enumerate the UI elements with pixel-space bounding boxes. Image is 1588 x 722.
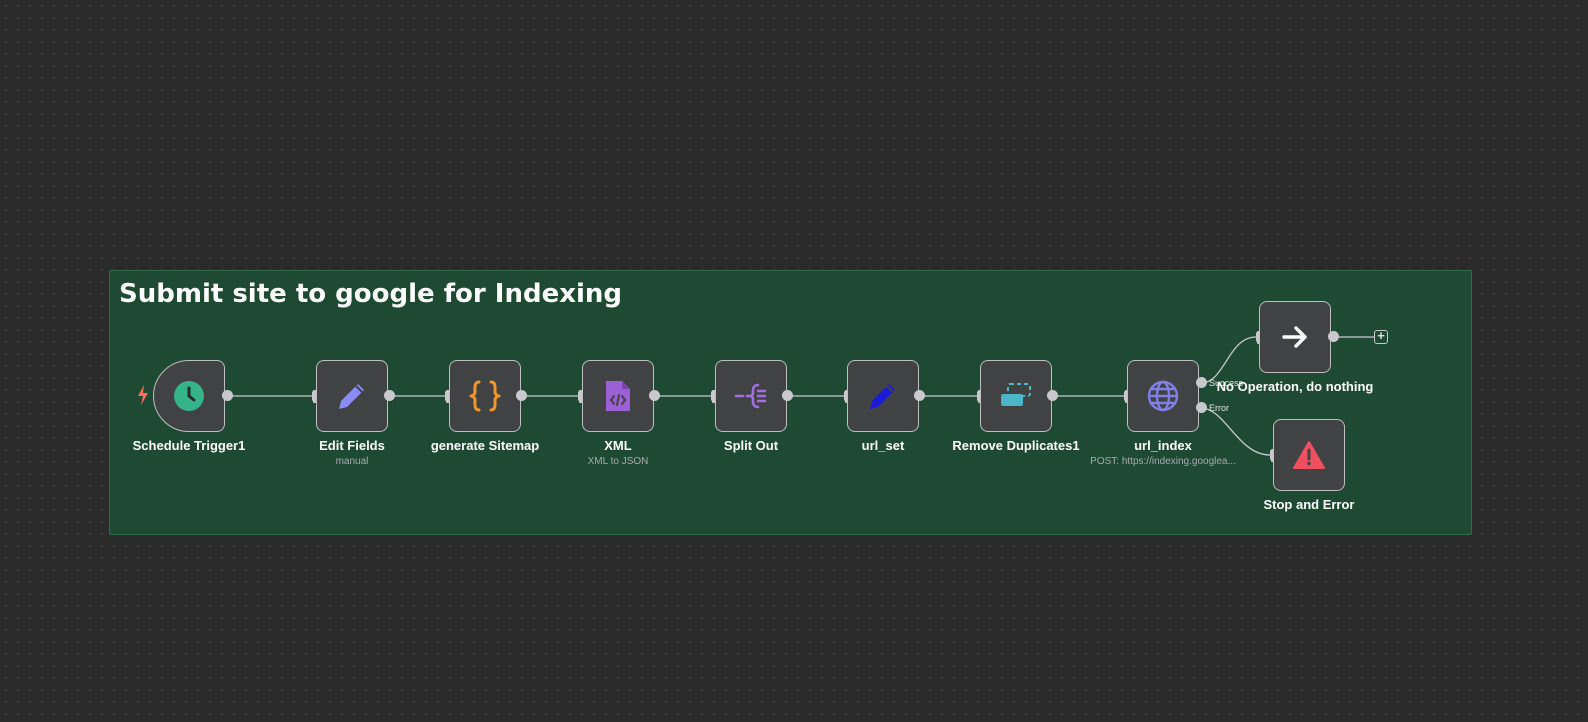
node-url-set[interactable] — [847, 360, 919, 432]
workflow-canvas[interactable]: Submit site to google for Indexing Sched… — [0, 0, 1588, 722]
url-set-output-port[interactable] — [914, 390, 925, 401]
node-generate-sitemap[interactable] — [449, 360, 521, 432]
node-label: url_index — [1134, 438, 1192, 453]
remove-duplicates-icon — [998, 382, 1034, 410]
node-edit-fields[interactable] — [316, 360, 388, 432]
globe-icon — [1146, 379, 1180, 413]
node-stop-and-error[interactable] — [1273, 419, 1345, 491]
node-subtitle: POST: https://indexing.googlea... — [1090, 456, 1236, 467]
warning-icon — [1292, 440, 1326, 470]
xml-file-icon — [604, 379, 632, 413]
sticky-title: Submit site to google for Indexing — [119, 279, 623, 309]
pencil-icon — [335, 379, 369, 413]
edit-fields-output-port[interactable] — [384, 390, 395, 401]
bolt-icon — [137, 385, 149, 410]
node-url-index[interactable] — [1127, 360, 1199, 432]
error-handle-label: Error — [1209, 403, 1229, 413]
url-index-error-port[interactable] — [1196, 402, 1207, 413]
xml-output-port[interactable] — [649, 390, 660, 401]
split-icon — [734, 379, 768, 413]
arrow-right-icon — [1280, 322, 1310, 352]
node-no-operation[interactable] — [1259, 301, 1331, 373]
code-braces-icon — [467, 378, 503, 414]
clock-icon — [173, 380, 205, 412]
split-out-output-port[interactable] — [782, 390, 793, 401]
pencil-icon — [866, 379, 900, 413]
schedule-output-port[interactable] — [222, 390, 233, 401]
node-label: No Operation, do nothing — [1216, 379, 1374, 394]
remove-duplicates-output-port[interactable] — [1047, 390, 1058, 401]
node-label: Stop and Error — [1263, 497, 1355, 512]
add-node-button[interactable]: + — [1374, 329, 1388, 344]
sitemap-output-port[interactable] — [516, 390, 527, 401]
node-subtitle: XML to JSON — [587, 456, 649, 467]
noop-output-port[interactable] — [1328, 331, 1339, 342]
node-remove-duplicates[interactable] — [980, 360, 1052, 432]
node-subtitle: manual — [335, 456, 369, 467]
node-xml[interactable] — [582, 360, 654, 432]
node-schedule-trigger[interactable] — [153, 360, 225, 432]
node-split-out[interactable] — [715, 360, 787, 432]
